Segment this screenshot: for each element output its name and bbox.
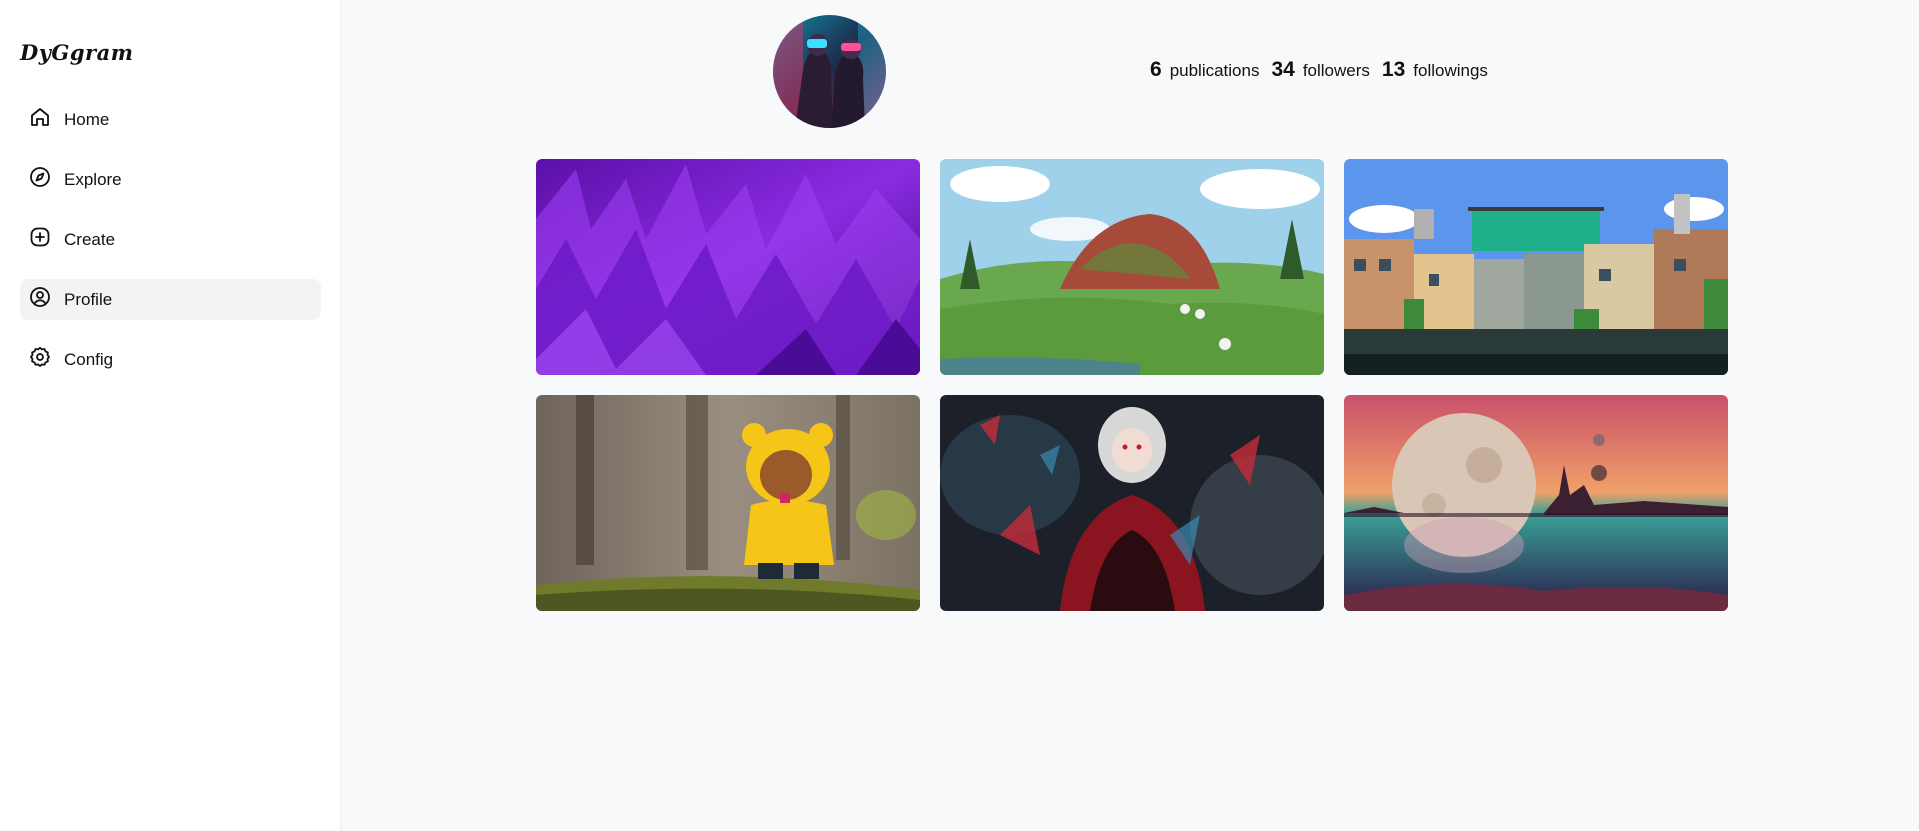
stat-label: publications bbox=[1169, 61, 1260, 80]
post-thumbnail[interactable] bbox=[1344, 395, 1728, 611]
stat-followings[interactable]: 13 followings bbox=[1382, 58, 1488, 82]
post-thumbnail[interactable] bbox=[940, 395, 1324, 611]
stat-value: 6 bbox=[1150, 58, 1162, 81]
profile-main: 6 publications 34 followers 13 following… bbox=[341, 0, 1919, 831]
sidebar-item-create[interactable]: Create bbox=[20, 219, 321, 260]
sidebar-item-explore[interactable]: Explore bbox=[20, 159, 321, 200]
profile-stats: 6 publications 34 followers 13 following… bbox=[1150, 58, 1500, 82]
post-thumbnail[interactable] bbox=[940, 159, 1324, 375]
stat-publications[interactable]: 6 publications bbox=[1150, 58, 1259, 82]
plus-square-icon bbox=[28, 225, 52, 254]
sidebar-item-label: Home bbox=[64, 109, 110, 129]
avatar[interactable] bbox=[773, 15, 886, 128]
app-logo[interactable]: DyGgram bbox=[20, 40, 133, 65]
post-thumbnail[interactable] bbox=[1344, 159, 1728, 375]
home-icon bbox=[28, 105, 52, 134]
sidebar-item-label: Config bbox=[64, 349, 114, 369]
post-thumbnail[interactable] bbox=[536, 159, 920, 375]
gear-icon bbox=[28, 345, 52, 374]
stat-label: followers bbox=[1302, 61, 1370, 80]
sidebar-nav: Home Explore Create Profile Config bbox=[20, 99, 321, 399]
posts-grid bbox=[536, 159, 1728, 611]
user-circle-icon bbox=[28, 285, 52, 314]
post-thumbnail[interactable] bbox=[536, 395, 920, 611]
sidebar-item-profile[interactable]: Profile bbox=[20, 279, 321, 320]
stat-value: 34 bbox=[1271, 58, 1295, 81]
sidebar: DyGgram Home Explore Create Profile Conf… bbox=[0, 0, 341, 831]
sidebar-item-config[interactable]: Config bbox=[20, 339, 321, 380]
stat-label: followings bbox=[1413, 61, 1488, 80]
stat-followers[interactable]: 34 followers bbox=[1271, 58, 1369, 82]
sidebar-item-label: Profile bbox=[64, 289, 113, 309]
compass-icon bbox=[28, 165, 52, 194]
sidebar-item-label: Create bbox=[64, 229, 116, 249]
sidebar-item-home[interactable]: Home bbox=[20, 99, 321, 140]
sidebar-item-label: Explore bbox=[64, 169, 122, 189]
stat-value: 13 bbox=[1381, 58, 1406, 81]
